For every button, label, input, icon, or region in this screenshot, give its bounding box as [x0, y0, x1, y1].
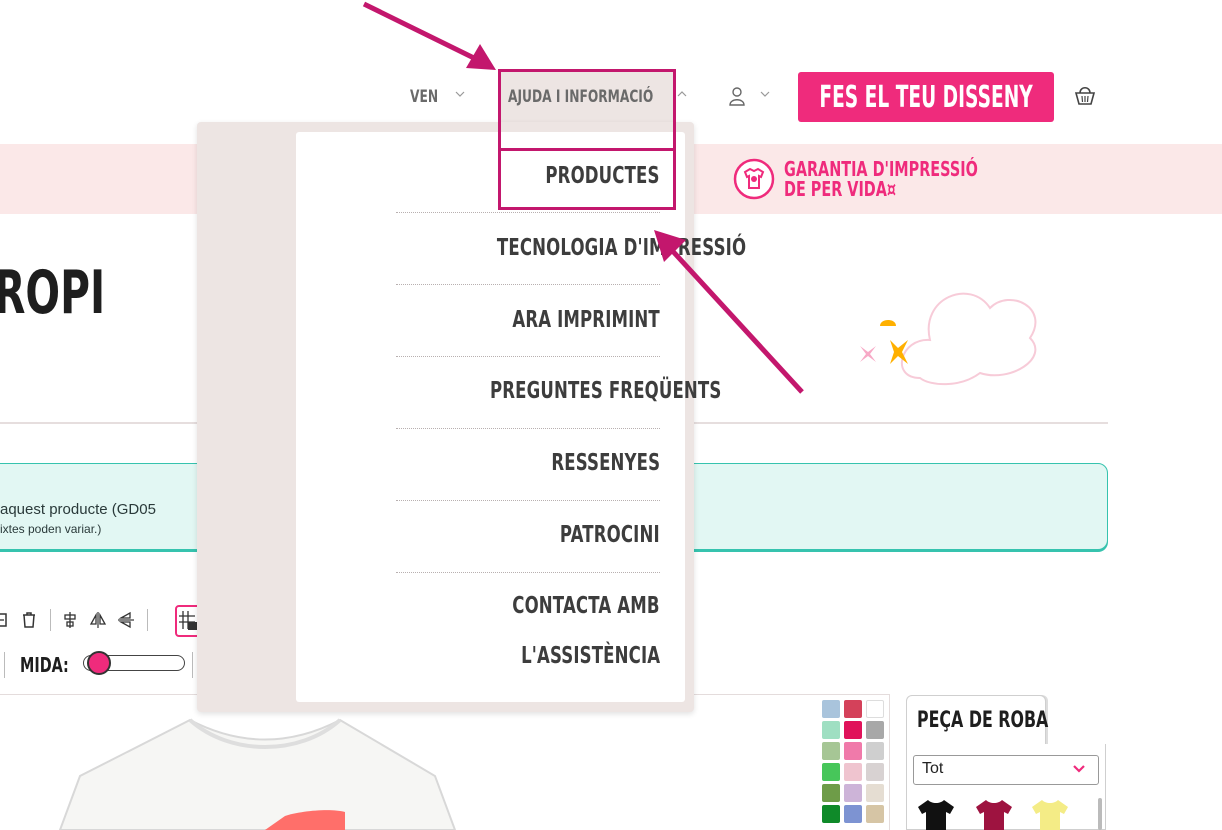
- duplicate-icon[interactable]: [0, 611, 10, 629]
- info-text-line2: ixtes poden variar.): [0, 522, 102, 536]
- chevron-up-icon[interactable]: [677, 90, 687, 98]
- nav-sell-label: VEN: [410, 87, 439, 107]
- menu-separator: [396, 428, 660, 429]
- color-swatch[interactable]: [822, 784, 840, 802]
- nav-help-label: AJUDA I INFORMACIÓ: [508, 87, 654, 107]
- toolbar-separator: [50, 609, 51, 631]
- color-swatch[interactable]: [844, 721, 862, 739]
- tshirt-preview[interactable]: [40, 716, 470, 830]
- color-swatch[interactable]: [822, 721, 840, 739]
- garment-select-value: Tot: [922, 760, 944, 777]
- delete-icon[interactable]: [20, 611, 38, 629]
- color-swatch[interactable]: [866, 763, 884, 781]
- tshirt-badge-icon: [733, 158, 775, 200]
- toolbar-separator: [192, 652, 193, 678]
- color-swatch[interactable]: [866, 742, 884, 760]
- color-swatch[interactable]: [822, 742, 840, 760]
- page-title: ROPI: [0, 258, 106, 328]
- menu-item-products[interactable]: PRODUCTES: [400, 162, 660, 189]
- chevron-down-icon[interactable]: [1072, 764, 1086, 774]
- color-swatch[interactable]: [866, 805, 884, 823]
- nav-sell[interactable]: VEN: [410, 84, 449, 110]
- size-label: MIDA:: [20, 653, 69, 677]
- color-swatch[interactable]: [844, 742, 862, 760]
- info-text-line1: aquest producte (GD05: [0, 501, 156, 518]
- menu-item-printing-now[interactable]: ARA IMPRIMINT: [400, 306, 660, 333]
- yellow-tshirt-thumb[interactable]: [1030, 798, 1070, 830]
- color-swatch[interactable]: [844, 805, 862, 823]
- garment-scrollbar[interactable]: [1098, 798, 1102, 830]
- size-slider-knob[interactable]: [86, 651, 111, 675]
- design-cta-button[interactable]: FES EL TEU DISSENY: [798, 72, 1054, 122]
- design-toolbar: [0, 605, 158, 635]
- color-swatch[interactable]: [822, 763, 840, 781]
- menu-item-faq[interactable]: PREGUNTES FREQÜENTS: [400, 377, 721, 404]
- menu-item-contact-support-line2[interactable]: L'ASSISTÈNCIA: [400, 642, 660, 669]
- user-icon[interactable]: [728, 86, 746, 106]
- color-swatch[interactable]: [822, 700, 840, 718]
- flip-horizontal-icon[interactable]: [89, 611, 107, 629]
- color-swatch[interactable]: [866, 721, 884, 739]
- menu-separator: [396, 212, 660, 213]
- menu-item-print-technology[interactable]: TECNOLOGIA D'IMPRESSIÓ: [400, 234, 746, 261]
- menu-item-contact-support[interactable]: CONTACTA AMB: [400, 592, 660, 619]
- center-align-icon[interactable]: [61, 611, 79, 629]
- toolbar-separator: [147, 609, 148, 631]
- menu-item-reviews[interactable]: RESSENYES: [400, 449, 660, 476]
- chevron-down-icon[interactable]: [455, 90, 465, 98]
- color-swatch[interactable]: [866, 700, 884, 718]
- lifetime-guarantee: GARANTIA D'IMPRESSIÓ DE PER VIDA¤: [784, 159, 1053, 201]
- garment-tab-label: PEÇA DE ROBA: [917, 708, 1049, 733]
- menu-item-sponsorship[interactable]: PATROCINI: [400, 521, 660, 548]
- menu-separator: [396, 572, 660, 573]
- color-swatches: [822, 700, 888, 823]
- menu-separator: [396, 284, 660, 285]
- color-swatch[interactable]: [866, 784, 884, 802]
- basket-icon[interactable]: [1072, 82, 1098, 108]
- color-swatch[interactable]: [822, 805, 840, 823]
- menu-separator: [396, 356, 660, 357]
- flip-vertical-icon[interactable]: [117, 611, 135, 629]
- guarantee-line2: DE PER VIDA¤: [784, 177, 897, 201]
- decorative-cloud-sparkles: [860, 292, 1037, 386]
- color-swatch[interactable]: [844, 700, 862, 718]
- nav-help-info[interactable]: AJUDA I INFORMACIÓ: [500, 72, 674, 122]
- chevron-down-icon[interactable]: [760, 90, 770, 98]
- cta-label: FES EL TEU DISSENY: [819, 79, 1033, 115]
- tab-garment[interactable]: PEÇA DE ROBA: [906, 695, 1049, 745]
- burgundy-tshirt-thumb[interactable]: [974, 798, 1014, 830]
- black-tshirt-thumb[interactable]: [916, 798, 956, 830]
- menu-separator: [396, 500, 660, 501]
- color-swatch[interactable]: [844, 763, 862, 781]
- toolbar-separator: [4, 652, 5, 678]
- grid-icon: [179, 611, 197, 630]
- color-swatch[interactable]: [844, 784, 862, 802]
